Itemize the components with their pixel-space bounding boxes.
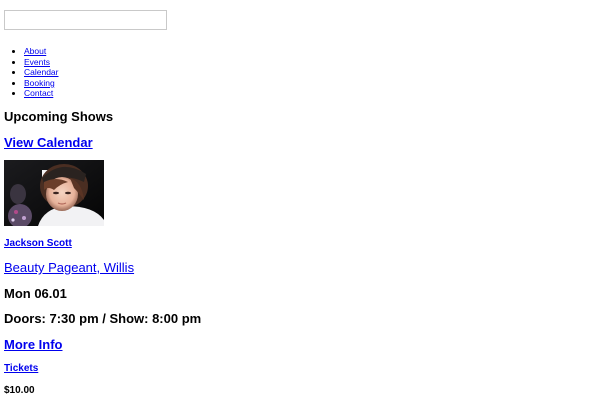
nav-item-booking: Booking xyxy=(24,78,59,89)
more-info-link[interactable]: More Info xyxy=(4,337,63,352)
ticket-price: $10.00 xyxy=(4,385,35,396)
artist-link[interactable]: Jackson Scott xyxy=(4,238,72,249)
venue: Beauty Pageant, Willis xyxy=(4,259,134,276)
artist-photo[interactable] xyxy=(4,160,104,226)
view-calendar-link[interactable]: View Calendar xyxy=(4,135,93,150)
nav-link-contact[interactable]: Contact xyxy=(24,88,53,98)
tickets-link[interactable]: Tickets xyxy=(4,363,38,374)
event-times: Doors: 7:30 pm / Show: 8:00 pm xyxy=(4,311,202,326)
nav-link-calendar[interactable]: Calendar xyxy=(24,67,59,77)
artist-photo-image xyxy=(4,160,104,226)
nav-item-about: About xyxy=(24,46,59,57)
main-nav: About Events Calendar Booking Contact xyxy=(10,46,59,99)
nav-item-contact: Contact xyxy=(24,88,59,99)
tickets: Tickets xyxy=(4,362,38,375)
search-input[interactable] xyxy=(4,10,167,30)
nav-item-calendar: Calendar xyxy=(24,67,59,78)
event-date: Mon 06.01 xyxy=(4,286,67,301)
venue-link[interactable]: Beauty Pageant, Willis xyxy=(4,260,134,275)
nav-item-events: Events xyxy=(24,57,59,68)
nav-link-about[interactable]: About xyxy=(24,46,46,56)
upcoming-shows-heading: Upcoming Shows xyxy=(4,109,114,124)
nav-link-booking[interactable]: Booking xyxy=(24,78,55,88)
artist-name: Jackson Scott xyxy=(4,237,72,250)
nav-link-events[interactable]: Events xyxy=(24,57,50,67)
more-info: More Info xyxy=(4,336,63,353)
view-calendar-heading: View Calendar xyxy=(4,134,93,151)
